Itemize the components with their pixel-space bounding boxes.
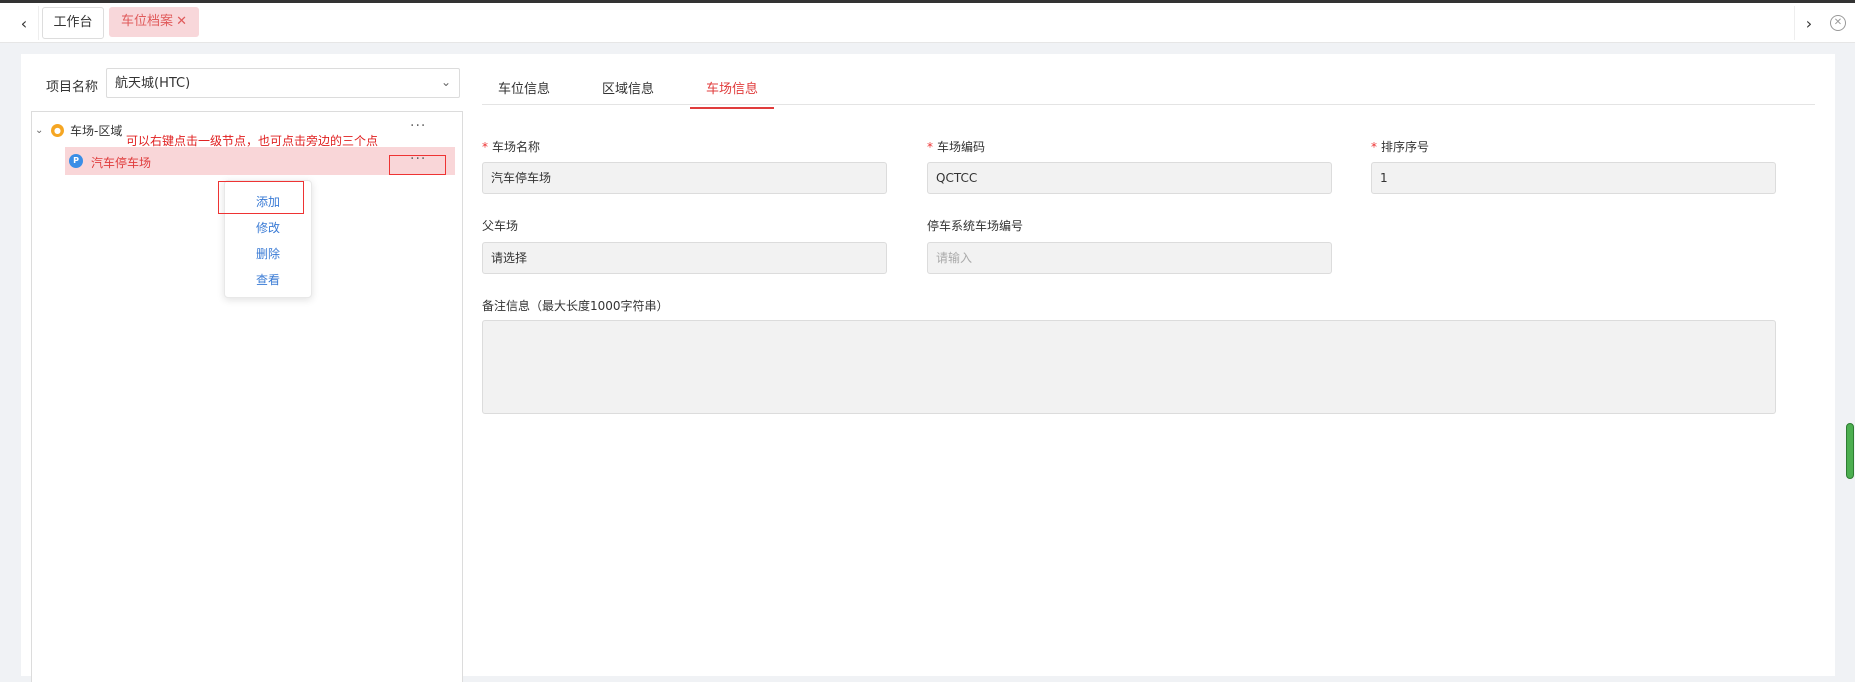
sort-order-label: * 排序序号 — [1371, 138, 1429, 155]
tab-area-info[interactable]: 区域信息 — [602, 78, 654, 107]
remarks-textarea[interactable] — [482, 320, 1776, 414]
parking-icon: P — [69, 154, 83, 168]
yard-code-input[interactable]: QCTCC — [927, 162, 1332, 194]
tabs-scroll-left-icon[interactable]: ‹ — [10, 6, 39, 40]
yard-name-input[interactable]: 汽车停车场 — [482, 162, 887, 194]
tree-root-label: 车场-区域 — [70, 123, 123, 138]
folder-icon: ● — [51, 123, 64, 137]
annotation-highlight-box — [389, 155, 446, 175]
parent-yard-label: 父车场 — [482, 219, 519, 233]
tab-parking-archive-label: 车位档案 — [121, 14, 174, 29]
tab-yard-info[interactable]: 车场信息 — [690, 78, 775, 109]
chevron-down-icon[interactable]: ⌄ — [35, 125, 47, 136]
parent-yard-select[interactable]: 请选择 — [482, 242, 887, 274]
required-mark: * — [1371, 140, 1377, 154]
required-mark: * — [482, 140, 488, 154]
sort-order-input[interactable]: 1 — [1371, 162, 1776, 194]
menu-item-view[interactable]: 查看 — [225, 271, 311, 288]
tab-parking-archive[interactable]: 车位档案 ✕ — [109, 7, 199, 37]
yard-code-label-text: 车场编码 — [937, 140, 986, 154]
project-label: 项目名称 — [46, 80, 99, 95]
tab-bar: ‹ 工作台 车位档案 ✕ › ✕ — [0, 3, 1855, 43]
project-select[interactable]: 航天城(HTC) ⌄ — [106, 68, 460, 98]
yard-code-label: * 车场编码 — [927, 138, 985, 155]
remarks-label: 备注信息（最大长度1000字符串） — [482, 299, 669, 313]
scrollbar-thumb[interactable] — [1846, 423, 1854, 479]
close-tab-icon[interactable]: ✕ — [176, 7, 187, 37]
close-all-tabs-icon[interactable]: ✕ — [1830, 15, 1846, 31]
required-mark: * — [927, 140, 933, 154]
system-code-input[interactable]: 请输入 — [927, 242, 1332, 274]
project-select-value: 航天城(HTC) — [115, 76, 191, 91]
root-more-icon[interactable]: ··· — [410, 118, 426, 134]
system-code-label: 停车系统车场编号 — [927, 219, 1024, 233]
sort-order-label-text: 排序序号 — [1381, 140, 1430, 154]
tree-node-label[interactable]: 汽车停车场 — [91, 154, 151, 171]
tab-workbench[interactable]: 工作台 — [42, 7, 104, 39]
tabs-scroll-right-icon[interactable]: › — [1794, 6, 1823, 40]
menu-item-edit[interactable]: 修改 — [225, 219, 311, 236]
yard-name-label-text: 车场名称 — [492, 140, 541, 154]
tab-space-info[interactable]: 车位信息 — [498, 78, 550, 107]
detail-tabs: 车位信息 区域信息 车场信息 — [482, 74, 1815, 109]
menu-item-delete[interactable]: 删除 — [225, 245, 311, 262]
yard-name-label: * 车场名称 — [482, 138, 540, 155]
tree-root-node[interactable]: ⌄ ● 车场-区域 — [35, 121, 122, 139]
annotation-highlight-box — [218, 181, 304, 214]
chevron-down-icon: ⌄ — [440, 75, 451, 89]
